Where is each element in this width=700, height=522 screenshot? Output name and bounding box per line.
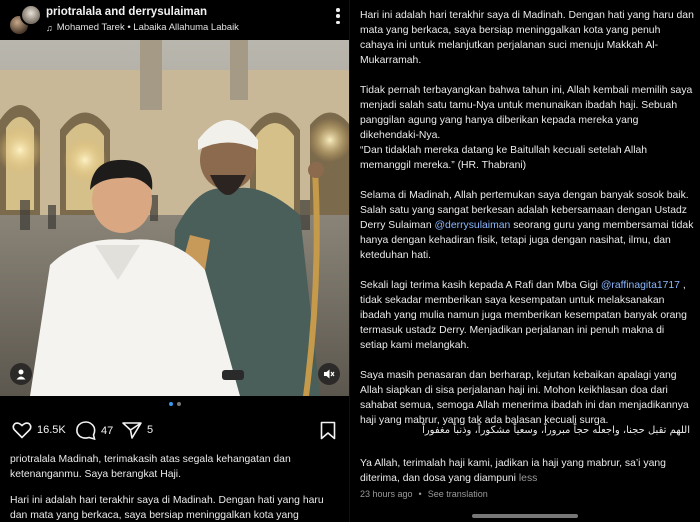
user-tag-icon[interactable] xyxy=(10,363,32,385)
avatar-stack[interactable] xyxy=(8,4,42,36)
caption-body-start: Hari ini adalah hari terakhir saya di Ma… xyxy=(10,495,324,521)
mention-link[interactable]: @raffinagita1717 xyxy=(601,280,680,291)
music-icon: ♫ xyxy=(46,22,53,33)
caption-full-text: Hari ini adalah hari terakhir saya di Ma… xyxy=(360,8,694,443)
less-button[interactable]: less xyxy=(519,473,537,484)
caption-quote: “Dan tidaklah mereka datang ke Baitullah… xyxy=(360,145,648,171)
caption-prayer: Ya Allah, terimalah haji kami, jadikan i… xyxy=(360,456,694,486)
audio-track[interactable]: ♫ Mohamed Tarek • Labaika Allahuma Labai… xyxy=(46,22,239,33)
comment-button[interactable]: 47 xyxy=(76,421,113,440)
share-icon xyxy=(122,422,142,439)
meta-separator: • xyxy=(418,489,422,499)
caption-intro: priotralala Madinah, terimakasih atas se… xyxy=(10,454,291,480)
caption-paragraph: Saya masih penasaran dan berharap, kejut… xyxy=(360,370,689,426)
post-usernames[interactable]: priotralala and derrysulaiman xyxy=(46,6,207,18)
caption-text: Ya Allah, terimalah haji kami, jadikan i… xyxy=(360,458,666,484)
post-header: priotralala and derrysulaiman ♫ Mohamed … xyxy=(0,0,350,40)
timestamp: 23 hours ago xyxy=(360,489,413,499)
post-meta: 23 hours ago • See translation xyxy=(360,489,488,499)
mention-link[interactable]: @derrysulaiman xyxy=(435,220,511,231)
photo-illustration xyxy=(0,40,350,396)
post-photo[interactable] xyxy=(0,40,350,396)
post-caption: priotralala Madinah, terimakasih atas se… xyxy=(10,452,340,522)
save-button[interactable] xyxy=(320,421,336,445)
comment-icon xyxy=(76,421,96,440)
heart-icon xyxy=(12,422,32,439)
carousel-dot xyxy=(177,402,181,406)
caption-text: Tidak pernah terbayangkan bahwa tahun in… xyxy=(360,85,693,141)
caption-paragraph: Tidak pernah terbayangkan bahwa tahun in… xyxy=(360,83,694,173)
caption-paragraph: Hari ini adalah hari terakhir saya di Ma… xyxy=(360,10,694,66)
carousel-indicator xyxy=(0,402,350,412)
share-count: 5 xyxy=(147,424,154,436)
arabic-prayer: اللهم تقبل حجنا، واجعله حجاً مبروراً، وس… xyxy=(422,425,690,436)
caption-paragraph: Selama di Madinah, Allah pertemukan saya… xyxy=(360,188,694,263)
post-column: priotralala and derrysulaiman ♫ Mohamed … xyxy=(0,0,350,522)
avatar[interactable] xyxy=(20,4,42,26)
like-count: 16.5K xyxy=(37,424,66,436)
save-icon xyxy=(320,421,336,440)
comment-count: 47 xyxy=(101,424,114,437)
caption-text: Sekali lagi terima kasih kepada A Rafi d… xyxy=(360,280,601,291)
post-actions: 16.5K 47 5 xyxy=(0,418,350,444)
instagram-post-screen: priotralala and derrysulaiman ♫ Mohamed … xyxy=(0,0,700,522)
like-button[interactable]: 16.5K xyxy=(12,421,66,439)
audio-label: Mohamed Tarek • Labaika Allahuma Labaik xyxy=(56,22,239,33)
share-button[interactable]: 5 xyxy=(122,421,153,439)
more-icon[interactable] xyxy=(336,8,340,24)
mute-icon[interactable] xyxy=(318,363,340,385)
home-indicator[interactable] xyxy=(472,514,578,518)
caption-paragraph: Sekali lagi terima kasih kepada A Rafi d… xyxy=(360,278,694,353)
see-translation-link[interactable]: See translation xyxy=(428,489,488,499)
caption-expanded-column: Hari ini adalah hari terakhir saya di Ma… xyxy=(350,0,700,522)
carousel-dot-active xyxy=(169,402,173,406)
